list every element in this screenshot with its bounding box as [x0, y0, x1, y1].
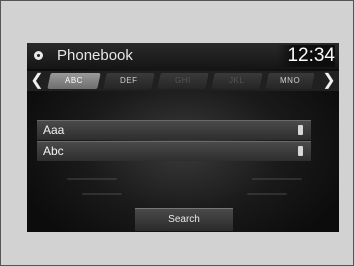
home-icon[interactable]: [34, 51, 43, 60]
alphabet-tab-bar: ❮ ABC DEF GHI JKL MNO ❯: [27, 71, 339, 91]
tab-mno[interactable]: MNO: [265, 73, 315, 89]
figure-frame: Phonebook 12:34 ❮ ABC DEF GHI JKL MNO ❯ …: [0, 0, 354, 266]
tab-def[interactable]: DEF: [103, 73, 155, 89]
tab-label: JKL: [229, 76, 245, 85]
contact-name: Abc: [43, 144, 64, 158]
header-bar: Phonebook 12:34: [27, 43, 339, 69]
search-button[interactable]: Search: [135, 208, 233, 231]
contact-row[interactable]: Abc: [37, 141, 311, 161]
contact-name: Aaa: [43, 123, 65, 137]
background-streak: [67, 178, 117, 180]
phone-icon: [298, 146, 303, 156]
phonebook-screen: Phonebook 12:34 ❮ ABC DEF GHI JKL MNO ❯ …: [27, 43, 339, 232]
background-streak: [252, 178, 302, 180]
chevron-right-icon[interactable]: ❯: [322, 71, 336, 91]
tab-abc[interactable]: ABC: [47, 73, 101, 89]
phone-icon: [298, 125, 303, 135]
tab-label: GHI: [175, 76, 191, 85]
page-title: Phonebook: [57, 47, 133, 64]
background-streak: [247, 193, 287, 195]
contact-row[interactable]: Aaa: [37, 120, 311, 140]
tab-jkl: JKL: [211, 73, 263, 89]
tab-label: DEF: [120, 76, 138, 85]
tab-label: ABC: [65, 76, 83, 85]
background-streak: [82, 193, 122, 195]
tab-label: MNO: [279, 76, 301, 85]
tab-ghi: GHI: [157, 73, 209, 89]
clock: 12:34: [277, 45, 335, 67]
chevron-left-icon[interactable]: ❮: [30, 71, 44, 91]
